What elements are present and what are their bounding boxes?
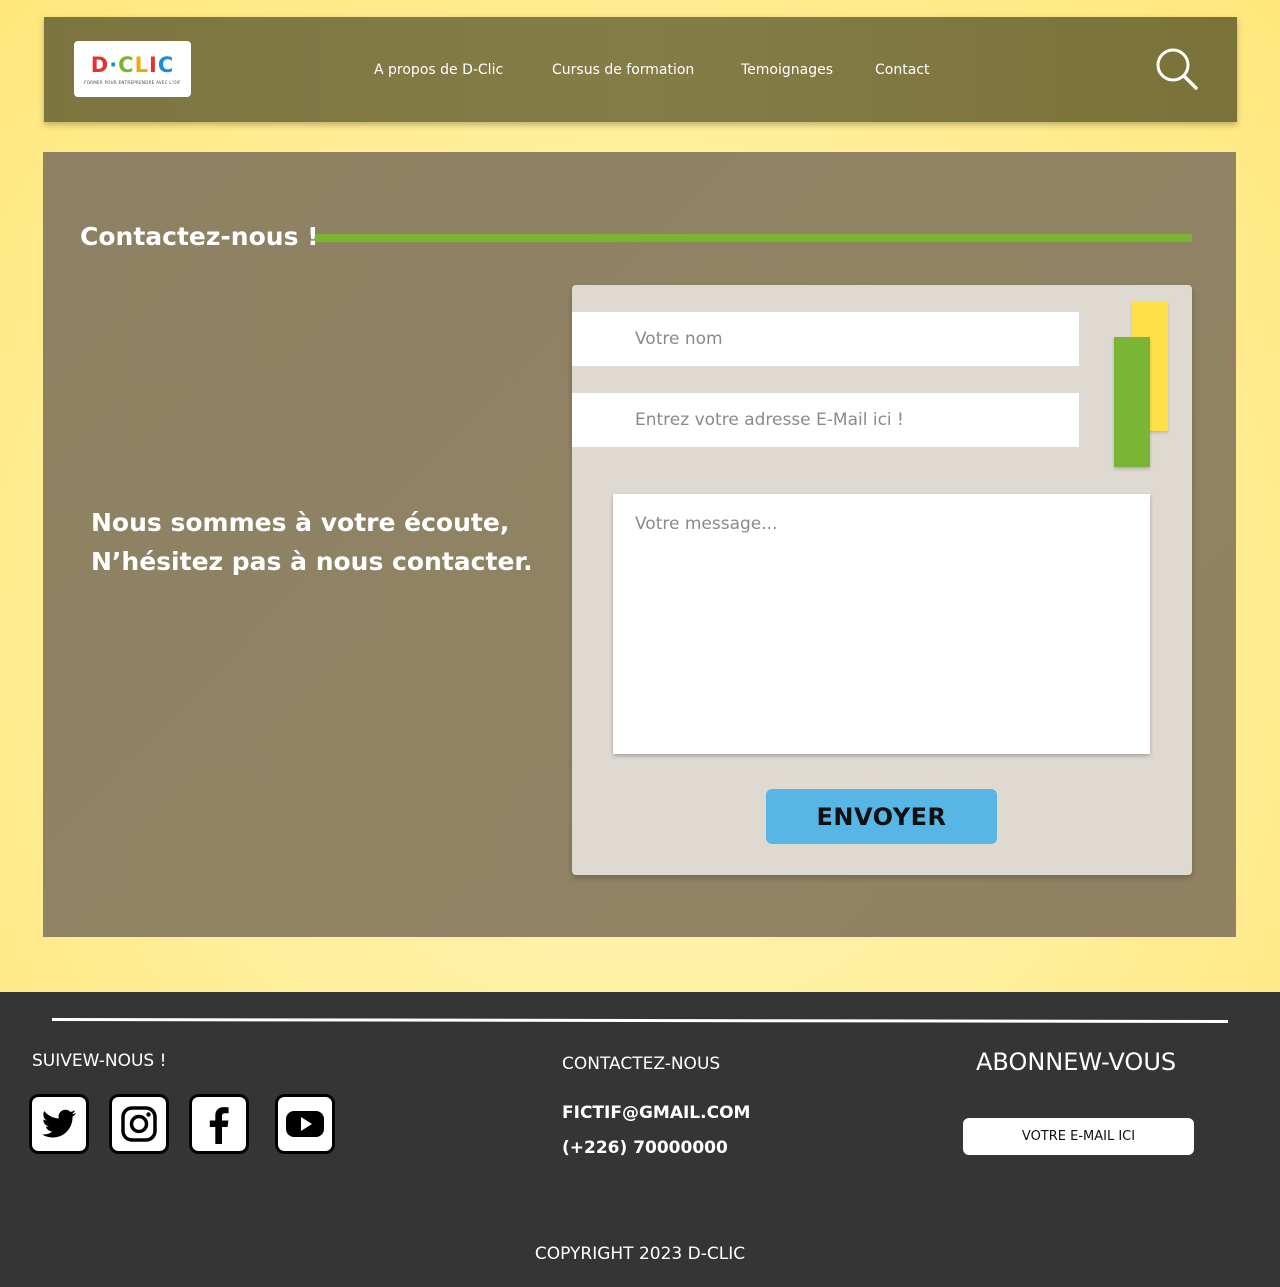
twitter-icon: [29, 1094, 89, 1154]
send-button[interactable]: ENVOYER: [766, 789, 997, 844]
youtube-icon: [275, 1094, 335, 1154]
youtube-link[interactable]: [275, 1094, 335, 1154]
footer: SUIVEW-NOUS ! CONTACTEZ-NOUS FICTIF@GMAI…: [0, 992, 1280, 1287]
contact-tagline: Nous sommes à votre écoute, N’hésitez pa…: [91, 503, 541, 581]
follow-heading: SUIVEW-NOUS !: [32, 1051, 167, 1071]
message-field[interactable]: [613, 494, 1150, 754]
subscribe-heading: ABONNEW-VOUS: [976, 1048, 1177, 1076]
tagline-line-1: Nous sommes à votre écoute,: [91, 508, 510, 537]
footer-email-link[interactable]: FICTIF@GMAIL.COM: [562, 1103, 750, 1123]
contact-section: Contactez-nous ! Nous sommes à votre éco…: [43, 152, 1236, 937]
logo-subtitle: FORMER POUR ENTREPRENDRE AVEC L'OIF: [84, 79, 181, 85]
tagline-line-2: N’hésitez pas à nous contacter.: [91, 547, 533, 576]
nav-link-testimonials[interactable]: Temoignages: [741, 62, 833, 78]
nav-link-contact[interactable]: Contact: [875, 62, 929, 78]
instagram-link[interactable]: [109, 1094, 169, 1154]
footer-divider: [52, 1017, 1228, 1024]
nav-link-about[interactable]: A propos de D-Clic: [374, 62, 503, 78]
copyright-text: COPYRIGHT 2023 D-CLIC: [534, 1244, 746, 1264]
page-title: Contactez-nous !: [80, 222, 319, 251]
nav-link-courses[interactable]: Cursus de formation: [552, 62, 694, 78]
newsletter-email-input[interactable]: [963, 1118, 1194, 1155]
instagram-icon: [109, 1094, 169, 1154]
email-field[interactable]: [572, 393, 1079, 447]
search-button[interactable]: [1155, 47, 1199, 91]
search-icon: [1156, 48, 1198, 90]
footer-contact-heading: CONTACTEZ-NOUS: [562, 1054, 721, 1074]
dclic-logo[interactable]: D·CLIC FORMER POUR ENTREPRENDRE AVEC L'O…: [74, 41, 191, 97]
title-underline: [315, 234, 1192, 242]
decorative-green-bar: [1114, 337, 1150, 467]
footer-phone-link[interactable]: (+226) 70000000: [562, 1138, 728, 1158]
navbar: D·CLIC FORMER POUR ENTREPRENDRE AVEC L'O…: [44, 17, 1237, 122]
logo-text: D·CLIC: [90, 52, 175, 77]
facebook-link[interactable]: [189, 1094, 249, 1154]
twitter-link[interactable]: [29, 1094, 89, 1154]
name-field[interactable]: [572, 312, 1079, 366]
facebook-icon: [189, 1094, 249, 1154]
contact-form: ENVOYER: [572, 285, 1192, 875]
